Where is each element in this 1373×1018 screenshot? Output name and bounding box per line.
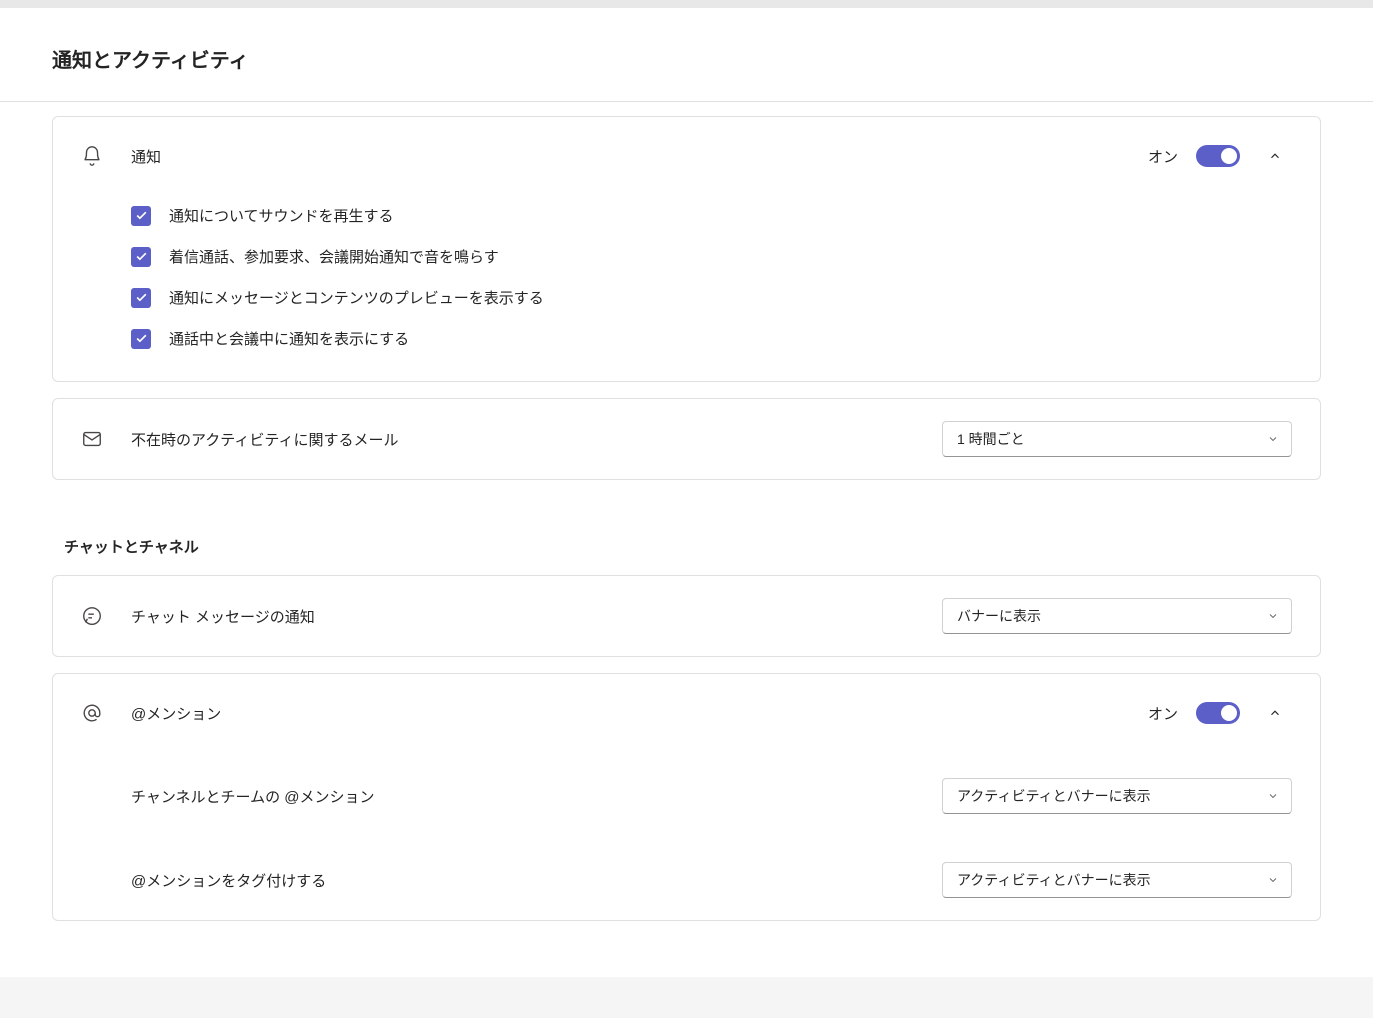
check-icon xyxy=(135,209,148,222)
tag-mention-select[interactable]: アクティビティとバナーに表示 xyxy=(942,862,1292,898)
notifications-toggle[interactable] xyxy=(1196,145,1240,167)
bell-icon xyxy=(81,145,131,167)
incoming-call-sound-checkbox[interactable] xyxy=(131,247,151,267)
notifications-header-row: 通知 オン xyxy=(53,117,1320,195)
check-icon xyxy=(135,250,148,263)
chevron-down-icon xyxy=(1267,874,1279,886)
mention-sub-row: @メンションをタグ付けする アクティビティとバナーに表示 xyxy=(53,836,1320,920)
page-title: 通知とアクティビティ xyxy=(52,44,1321,73)
checkbox-row: 着信通話、参加要求、会議開始通知で音を鳴らす xyxy=(131,236,1292,277)
missed-activity-row: 不在時のアクティビティに関するメール 1 時間ごと xyxy=(53,399,1320,479)
channel-team-mention-label: チャンネルとチームの @メンション xyxy=(131,786,375,807)
preview-checkbox[interactable] xyxy=(131,288,151,308)
chevron-up-icon xyxy=(1268,706,1282,720)
chat-notify-card: チャット メッセージの通知 バナーに表示 xyxy=(52,575,1321,657)
missed-activity-controls: 1 時間ごと xyxy=(942,421,1292,457)
chat-notify-row: チャット メッセージの通知 バナーに表示 xyxy=(53,576,1320,656)
notifications-card: 通知 オン 通知についてサウンドを再生する xyxy=(52,116,1321,382)
notifications-collapse-button[interactable] xyxy=(1258,139,1292,173)
chevron-down-icon xyxy=(1267,433,1279,445)
settings-page: 通知とアクティビティ 通知 オン xyxy=(0,8,1373,977)
mail-icon xyxy=(81,428,131,450)
window-topbar xyxy=(0,0,1373,8)
play-sound-label: 通知についてサウンドを再生する xyxy=(169,205,394,226)
mention-sub-row: チャンネルとチームの @メンション アクティビティとバナーに表示 xyxy=(53,752,1320,836)
checkbox-row: 通話中と会議中に通知を表示にする xyxy=(131,318,1292,359)
chevron-down-icon xyxy=(1267,790,1279,802)
content-area: 通知 オン 通知についてサウンドを再生する xyxy=(0,102,1373,921)
incoming-call-sound-label: 着信通話、参加要求、会議開始通知で音を鳴らす xyxy=(169,246,499,267)
notifications-controls: オン xyxy=(1148,139,1292,173)
at-icon xyxy=(81,702,131,724)
missed-activity-card: 不在時のアクティビティに関するメール 1 時間ごと xyxy=(52,398,1321,480)
chevron-up-icon xyxy=(1268,149,1282,163)
mentions-header-row: @メンション オン xyxy=(53,674,1320,752)
mentions-controls: オン xyxy=(1148,696,1292,730)
mentions-label: @メンション xyxy=(131,703,1148,724)
chevron-down-icon xyxy=(1267,610,1279,622)
page-header: 通知とアクティビティ xyxy=(0,8,1373,102)
tag-mention-label: @メンションをタグ付けする xyxy=(131,870,326,891)
missed-activity-select[interactable]: 1 時間ごと xyxy=(942,421,1292,457)
mentions-toggle[interactable] xyxy=(1196,702,1240,724)
channel-team-mention-select[interactable]: アクティビティとバナーに表示 xyxy=(942,778,1292,814)
tag-mention-select-value: アクティビティとバナーに表示 xyxy=(957,870,1151,890)
during-call-checkbox[interactable] xyxy=(131,329,151,349)
checkbox-row: 通知にメッセージとコンテンツのプレビューを表示する xyxy=(131,277,1292,318)
missed-activity-label: 不在時のアクティビティに関するメール xyxy=(131,429,942,450)
chat-notify-label: チャット メッセージの通知 xyxy=(131,606,942,627)
chat-notify-select[interactable]: バナーに表示 xyxy=(942,598,1292,634)
play-sound-checkbox[interactable] xyxy=(131,206,151,226)
during-call-label: 通話中と会議中に通知を表示にする xyxy=(169,328,409,349)
chat-section-heading: チャットとチャネル xyxy=(52,496,1321,575)
channel-team-mention-select-value: アクティビティとバナーに表示 xyxy=(957,786,1151,806)
mentions-toggle-label: オン xyxy=(1148,703,1178,724)
mentions-card: @メンション オン チャンネルとチームの @メンション アクティビティとバナーに… xyxy=(52,673,1321,921)
notifications-body: 通知についてサウンドを再生する 着信通話、参加要求、会議開始通知で音を鳴らす 通… xyxy=(53,195,1320,381)
checkbox-row: 通知についてサウンドを再生する xyxy=(131,195,1292,236)
chat-icon xyxy=(81,605,131,627)
mentions-collapse-button[interactable] xyxy=(1258,696,1292,730)
check-icon xyxy=(135,332,148,345)
notifications-label: 通知 xyxy=(131,146,1148,167)
notifications-toggle-label: オン xyxy=(1148,146,1178,167)
chat-notify-controls: バナーに表示 xyxy=(942,598,1292,634)
check-icon xyxy=(135,291,148,304)
chat-notify-select-value: バナーに表示 xyxy=(957,606,1041,626)
preview-label: 通知にメッセージとコンテンツのプレビューを表示する xyxy=(169,287,544,308)
missed-activity-select-value: 1 時間ごと xyxy=(957,429,1025,449)
